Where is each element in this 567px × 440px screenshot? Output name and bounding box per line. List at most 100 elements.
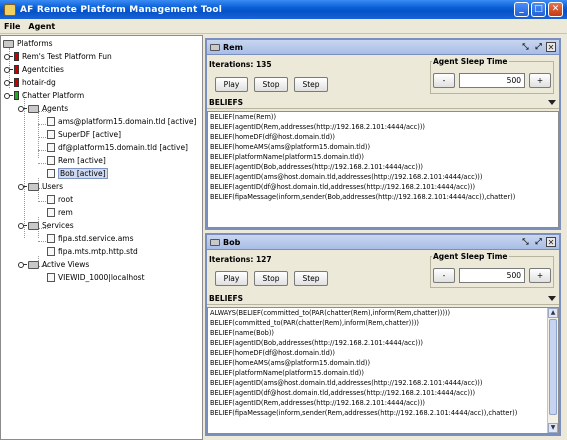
play-button[interactable]: Play bbox=[215, 271, 248, 286]
belief-item[interactable]: BELIEF(platformName(platform15.domain.tl… bbox=[208, 152, 558, 162]
maximize-icon[interactable]: ⤢ bbox=[533, 42, 544, 52]
belief-item[interactable]: BELIEF(agentID(Bob,addresses(http://192.… bbox=[208, 338, 558, 348]
sleep-increase-button[interactable]: + bbox=[529, 268, 551, 283]
tree-service-mtp[interactable]: fipa.mts.mtp.http.std bbox=[47, 246, 138, 257]
sleep-decrease-button[interactable]: - bbox=[433, 73, 455, 88]
node-label: Agents bbox=[42, 104, 69, 113]
tree-node-agents[interactable]: Agents bbox=[18, 103, 68, 114]
platform-status-icon bbox=[14, 65, 19, 74]
tree-platform-agentcities[interactable]: Agentcities bbox=[4, 64, 64, 75]
step-button[interactable]: Step bbox=[294, 77, 328, 92]
close-icon[interactable]: ✕ bbox=[546, 42, 556, 52]
belief-item[interactable]: BELIEF(fipaMessage(inform,sender(Bob,add… bbox=[208, 192, 558, 202]
agent-label: SuperDF [active] bbox=[58, 130, 122, 139]
scroll-down-arrow-icon[interactable]: ▼ bbox=[548, 423, 558, 433]
service-label: fipa.mts.mtp.http.std bbox=[58, 247, 138, 256]
dropdown-arrow-icon[interactable] bbox=[548, 100, 556, 105]
belief-item[interactable]: BELIEF(homeAMS(ams@platform15.domain.tld… bbox=[208, 142, 558, 152]
belief-item[interactable]: BELIEF(homeAMS(ams@platform15.domain.tld… bbox=[208, 358, 558, 368]
sleep-decrease-button[interactable]: - bbox=[433, 268, 455, 283]
collapse-toggle-icon[interactable] bbox=[4, 92, 13, 99]
belief-item[interactable]: BELIEF(agentID(Rem,addresses(http://192.… bbox=[208, 398, 558, 408]
belief-item[interactable]: BELIEF(name(Rem)) bbox=[208, 112, 558, 122]
vertical-scrollbar[interactable]: ▲ ▼ bbox=[547, 308, 558, 433]
menu-file[interactable]: File bbox=[0, 22, 24, 31]
service-label: fipa.std.service.ams bbox=[58, 234, 134, 243]
expand-toggle-icon[interactable] bbox=[4, 79, 13, 86]
dropdown-arrow-icon[interactable] bbox=[548, 296, 556, 301]
expand-toggle-icon[interactable] bbox=[4, 66, 13, 73]
iconify-icon[interactable]: ⤡ bbox=[520, 42, 531, 52]
document-icon bbox=[47, 143, 55, 152]
close-button[interactable]: ✕ bbox=[548, 2, 563, 17]
belief-item[interactable]: BELIEF(platformName(platform15.domain.tl… bbox=[208, 368, 558, 378]
sleep-time-label: Agent Sleep Time bbox=[432, 252, 509, 261]
stop-button[interactable]: Stop bbox=[254, 77, 288, 92]
tree-view-1000[interactable]: VIEWID_1000|localhost bbox=[47, 272, 145, 283]
tree-agent-df[interactable]: df@platform15.domain.tld [active] bbox=[47, 142, 188, 153]
minimize-button[interactable]: _ bbox=[514, 2, 529, 17]
belief-item[interactable]: ALWAYS(BELIEF(committed_to(PAR(chatter(R… bbox=[208, 308, 558, 318]
beliefs-list[interactable]: ALWAYS(BELIEF(committed_to(PAR(chatter(R… bbox=[207, 307, 559, 434]
belief-item[interactable]: BELIEF(fipaMessage(inform,sender(Rem,add… bbox=[208, 408, 558, 418]
scrollbar-thumb[interactable] bbox=[549, 319, 557, 415]
collapse-toggle-icon[interactable] bbox=[18, 105, 27, 112]
step-button[interactable]: Step bbox=[294, 271, 328, 286]
document-icon bbox=[47, 169, 55, 178]
maximize-icon[interactable]: ⤢ bbox=[533, 237, 544, 247]
tree-service-ams[interactable]: fipa.std.service.ams bbox=[47, 233, 134, 244]
tree-agent-rem[interactable]: Rem [active] bbox=[47, 155, 106, 166]
belief-item[interactable]: BELIEF(agentID(df@host.domain.tld,addres… bbox=[208, 182, 558, 192]
tree-node-active-views[interactable]: Active Views bbox=[18, 259, 89, 270]
belief-item[interactable]: BELIEF(homeDF(df@host.domain.tld)) bbox=[208, 132, 558, 142]
belief-item[interactable]: BELIEF(agentID(ams@host.domain.tld,addre… bbox=[208, 378, 558, 388]
tree-platform-rems-test[interactable]: Rem's Test Platform Fun bbox=[4, 51, 112, 62]
platform-label: Chatter Platform bbox=[22, 91, 85, 100]
beliefs-header[interactable]: BELIEFS bbox=[207, 293, 559, 305]
sleep-time-input[interactable]: 500 bbox=[459, 268, 525, 283]
tree-root-label: Platforms bbox=[17, 39, 53, 48]
beliefs-label: BELIEFS bbox=[209, 98, 244, 107]
belief-item[interactable]: BELIEF(agentID(ams@host.domain.tld,addre… bbox=[208, 172, 558, 182]
tree-root-platforms[interactable]: Platforms bbox=[3, 38, 53, 49]
tree-user-rem[interactable]: rem bbox=[47, 207, 73, 218]
collapse-toggle-icon[interactable] bbox=[18, 261, 27, 268]
sleep-time-input[interactable]: 500 bbox=[459, 73, 525, 88]
iconify-icon[interactable]: ⤡ bbox=[520, 237, 531, 247]
tree-agent-bob[interactable]: Bob [active] bbox=[47, 168, 108, 179]
platform-tree[interactable]: Platforms Rem's Test Platform Fun Agentc… bbox=[0, 35, 203, 440]
document-icon bbox=[47, 208, 55, 217]
agent-frame-bob: Bob ⤡ ⤢ ✕ Iterations: 127 Play Stop Step… bbox=[205, 233, 561, 436]
belief-item[interactable]: BELIEF(agentID(Bob,addresses(http://192.… bbox=[208, 162, 558, 172]
tree-platform-hotair[interactable]: hotair-dg bbox=[4, 77, 56, 88]
beliefs-header[interactable]: BELIEFS bbox=[207, 97, 559, 109]
belief-item[interactable]: BELIEF(agentID(df@host.domain.tld,addres… bbox=[208, 388, 558, 398]
agent-frame-title-bar: Bob ⤡ ⤢ ✕ bbox=[207, 235, 559, 250]
maximize-button[interactable]: □ bbox=[531, 2, 546, 17]
menu-agent[interactable]: Agent bbox=[24, 22, 59, 31]
agent-frame-title: Bob bbox=[223, 237, 241, 247]
play-button[interactable]: Play bbox=[215, 77, 248, 92]
collapse-toggle-icon[interactable] bbox=[18, 222, 27, 229]
tree-user-root[interactable]: root bbox=[47, 194, 73, 205]
belief-item[interactable]: BELIEF(name(Bob)) bbox=[208, 328, 558, 338]
tree-agent-ams[interactable]: ams@platform15.domain.tld [active] bbox=[47, 116, 196, 127]
belief-item[interactable]: BELIEF(agentID(Rem,addresses(http://192.… bbox=[208, 122, 558, 132]
collapse-toggle-icon[interactable] bbox=[18, 183, 27, 190]
tree-node-services[interactable]: Services bbox=[18, 220, 74, 231]
beliefs-list[interactable]: BELIEF(name(Rem)) BELIEF(agentID(Rem,addr… bbox=[207, 111, 559, 228]
belief-item[interactable]: BELIEF(homeDF(df@host.domain.tld)) bbox=[208, 348, 558, 358]
belief-item[interactable]: BELIEF(committed_to(PAR(chatter(Rem),inf… bbox=[208, 318, 558, 328]
agent-label-selected: Bob [active] bbox=[58, 168, 108, 179]
sleep-increase-button[interactable]: + bbox=[529, 73, 551, 88]
folder-icon bbox=[28, 221, 39, 230]
tree-node-users[interactable]: Users bbox=[18, 181, 63, 192]
expand-toggle-icon[interactable] bbox=[4, 53, 13, 60]
close-icon[interactable]: ✕ bbox=[546, 237, 556, 247]
document-icon bbox=[47, 156, 55, 165]
tree-platform-chatter[interactable]: Chatter Platform bbox=[4, 90, 84, 101]
tree-agent-superdf[interactable]: SuperDF [active] bbox=[47, 129, 121, 140]
stop-button[interactable]: Stop bbox=[254, 271, 288, 286]
user-label: root bbox=[58, 195, 74, 204]
scroll-up-arrow-icon[interactable]: ▲ bbox=[548, 308, 558, 318]
